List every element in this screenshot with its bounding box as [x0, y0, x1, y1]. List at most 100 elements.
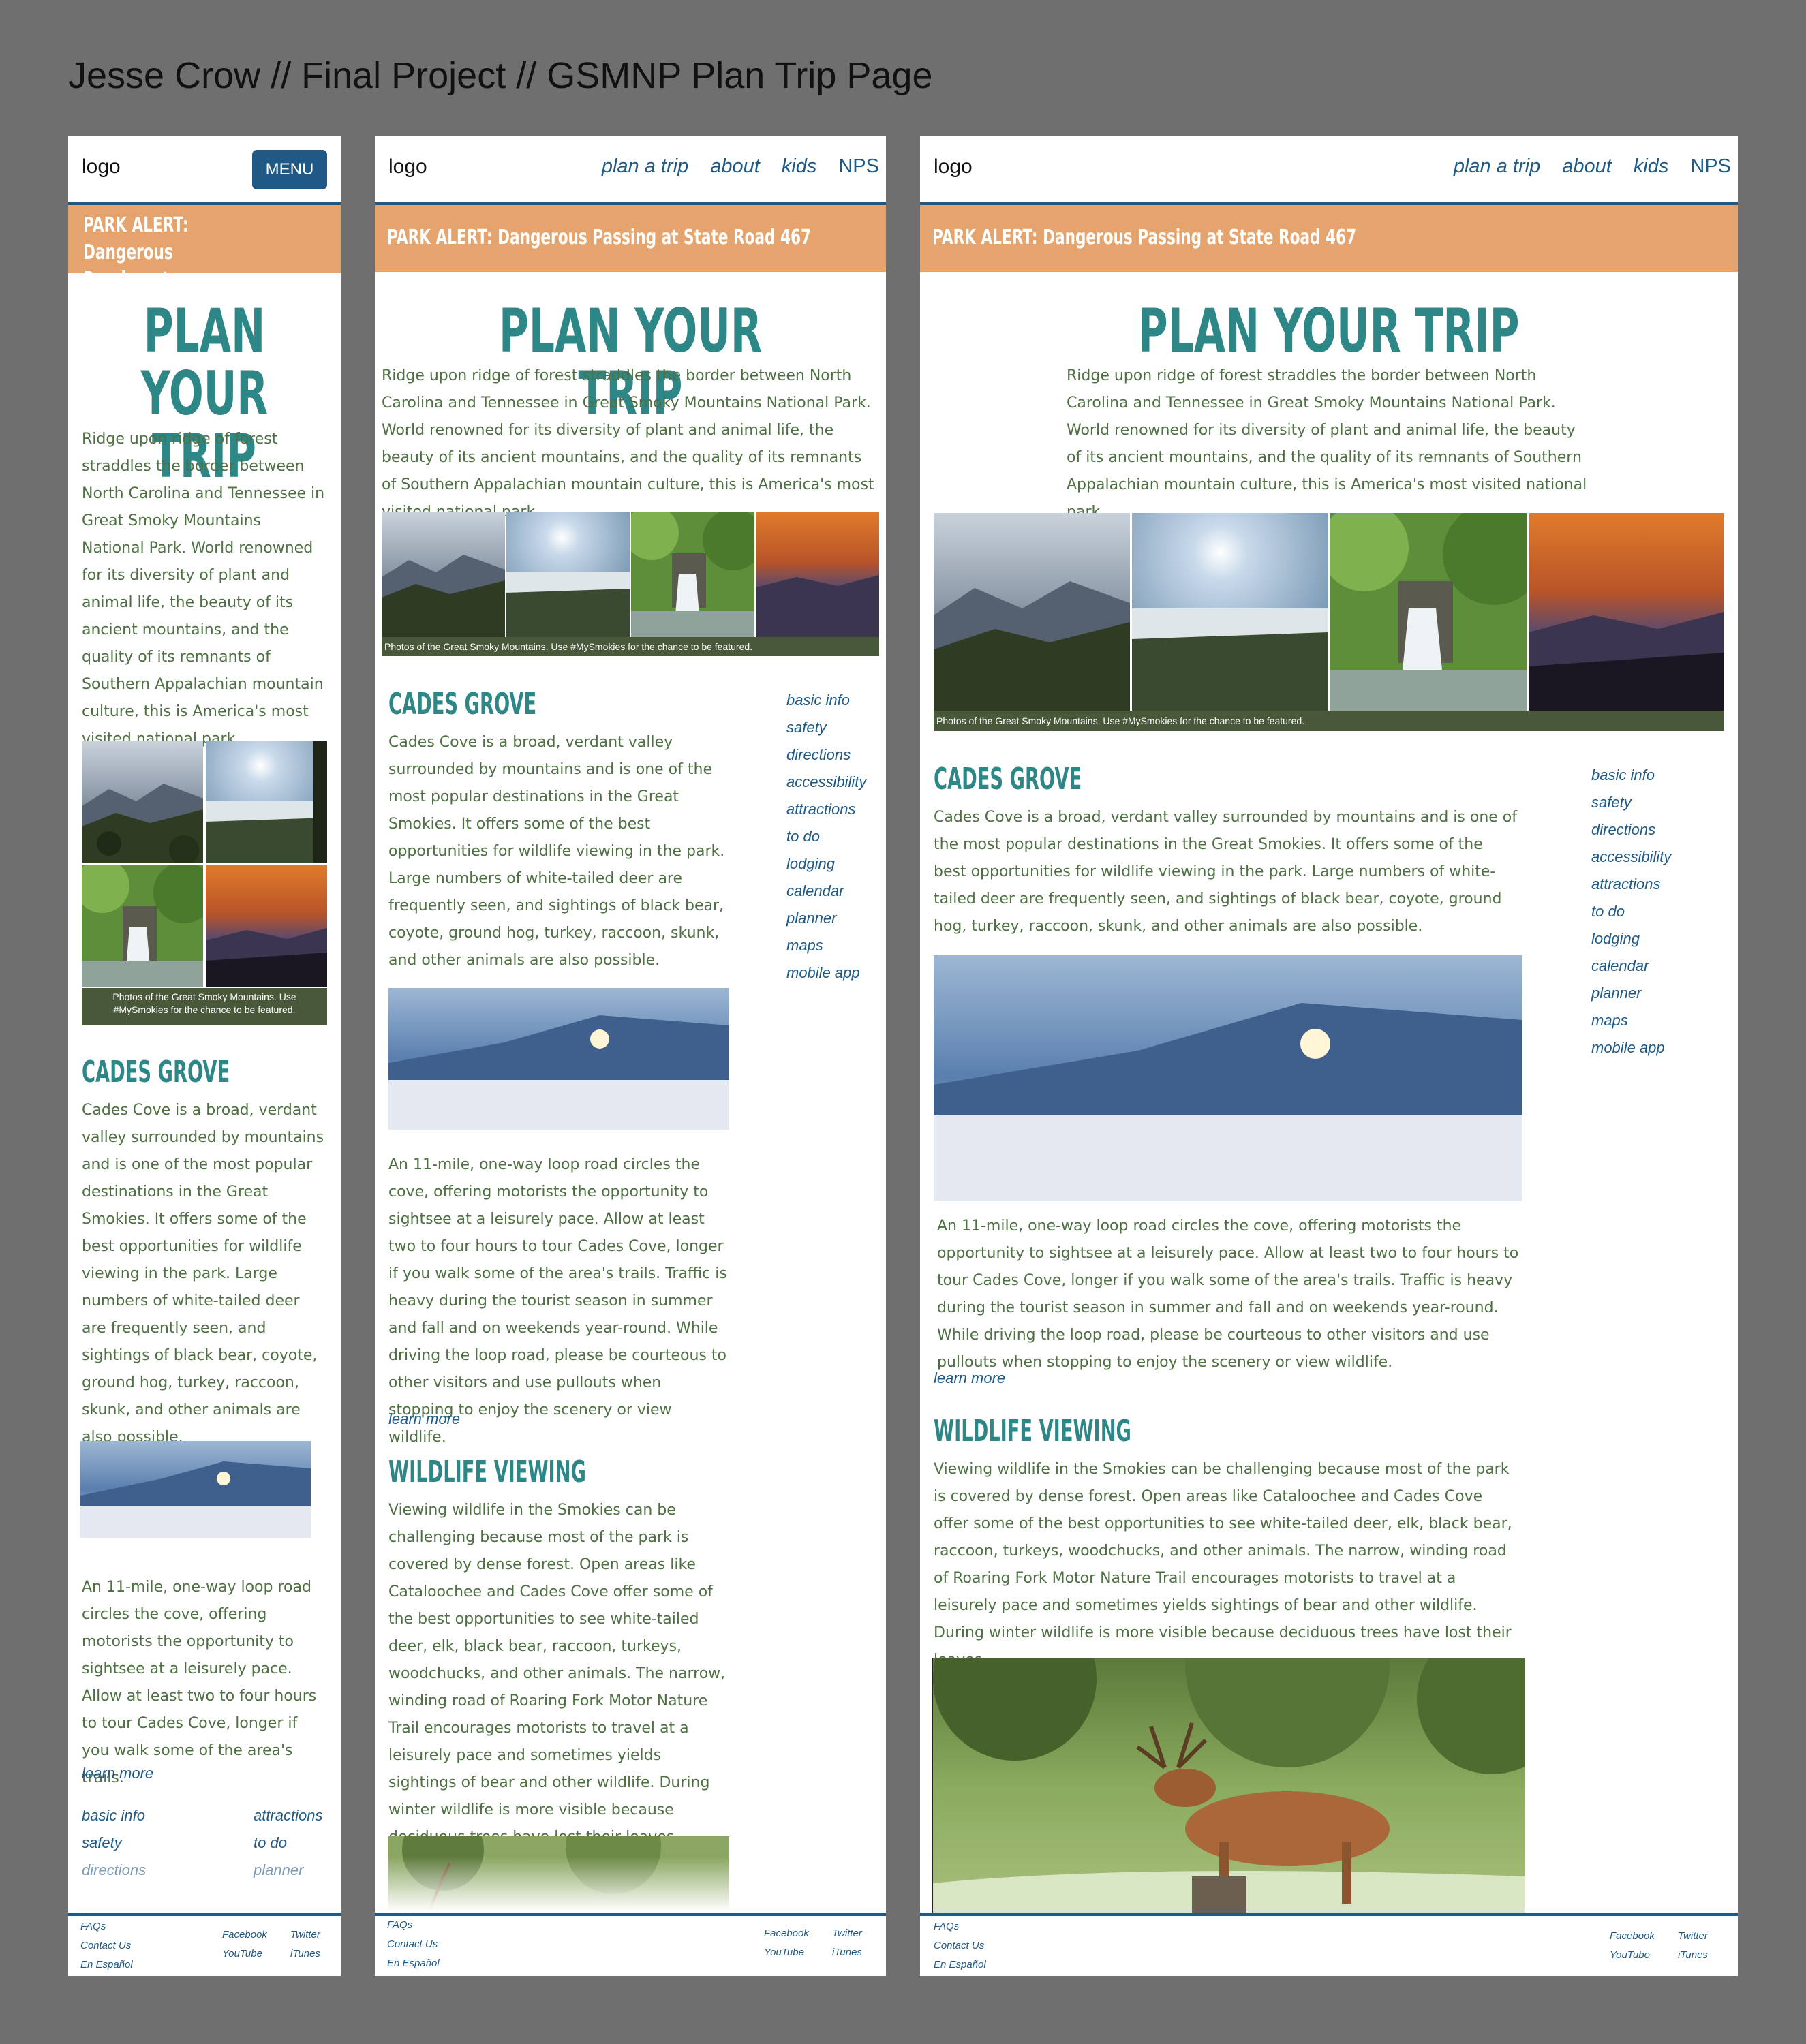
side-nav-calendar[interactable]: calendar — [786, 878, 866, 905]
footer-twitter[interactable]: Twitter — [1678, 1927, 1708, 1946]
side-nav-safety[interactable]: safety — [1591, 789, 1671, 816]
link-safety[interactable]: safety — [82, 1829, 146, 1857]
tablet-frame: logo plan a trip about kids NPS PARK ALERT:… — [375, 136, 886, 1976]
side-nav-lodging[interactable]: lodging — [1591, 925, 1671, 953]
side-nav: basic info safety directions accessibili… — [786, 687, 866, 987]
desktop-frame: logo plan a trip about kids NPS PARK ALERT:… — [920, 136, 1738, 1976]
link-directions[interactable]: directions — [82, 1857, 146, 1884]
loop-text: An 11-mile, one-way loop road circles th… — [388, 1156, 727, 1446]
side-nav-maps[interactable]: maps — [1591, 1007, 1671, 1034]
side-nav-basic-info[interactable]: basic info — [1591, 762, 1671, 789]
cades-text: Cades Cove is a broad, verdant valley su… — [934, 809, 1518, 935]
logo[interactable]: logo — [934, 155, 973, 179]
learn-more-link[interactable]: learn more — [388, 1410, 460, 1428]
side-nav-to-do[interactable]: to do — [1591, 898, 1671, 925]
photo-caption: Photos of the Great Smoky Mountains. Use… — [382, 637, 879, 656]
footer-espanol[interactable]: En Español — [934, 1955, 986, 1975]
footer-youtube[interactable]: YouTube — [1610, 1946, 1655, 1965]
footer-facebook[interactable]: Facebook — [222, 1925, 267, 1945]
learn-more-link[interactable]: learn more — [82, 1765, 153, 1782]
wildlife-text: Viewing wildlife in the Smokies can be c… — [934, 1461, 1512, 1669]
logo[interactable]: logo — [82, 155, 121, 179]
nav-plan-a-trip[interactable]: plan a trip — [602, 155, 688, 178]
footer-twitter[interactable]: Twitter — [290, 1925, 320, 1945]
footer-espanol[interactable]: En Español — [387, 1954, 440, 1973]
link-to-do[interactable]: to do — [254, 1829, 323, 1857]
nav-kids[interactable]: kids — [1634, 155, 1669, 178]
side-nav-accessibility[interactable]: accessibility — [1591, 843, 1671, 871]
wildlife-text: Viewing wildlife in the Smokies can be c… — [388, 1502, 726, 1846]
side-nav-maps[interactable]: maps — [786, 932, 866, 959]
footer-faqs[interactable]: FAQs — [934, 1917, 986, 1936]
nav-kids[interactable]: kids — [782, 155, 817, 178]
photo-mountain-clouds — [82, 741, 203, 863]
photo-sunrise-valley — [1132, 513, 1328, 711]
footer-itunes[interactable]: iTunes — [832, 1943, 862, 1962]
photo-waterfall — [82, 865, 203, 987]
side-nav-attractions[interactable]: attractions — [1591, 871, 1671, 898]
side-nav-mobile-app[interactable]: mobile app — [786, 959, 866, 987]
mobile-links-left: basic info safety directions — [82, 1802, 146, 1884]
nav-plan-a-trip[interactable]: plan a trip — [1454, 155, 1540, 178]
footer-itunes[interactable]: iTunes — [290, 1945, 320, 1964]
park-alert[interactable]: PARK ALERT: Dangerous Passing at State R… — [920, 205, 1738, 272]
footer-youtube[interactable]: YouTube — [222, 1945, 267, 1964]
side-nav-basic-info[interactable]: basic info — [786, 687, 866, 714]
link-attractions[interactable]: attractions — [254, 1802, 323, 1829]
logo[interactable]: logo — [388, 155, 427, 179]
side-nav-to-do[interactable]: to do — [786, 823, 866, 850]
heading: PLAN YOUR TRIP — [920, 300, 1738, 362]
side-nav-accessibility[interactable]: accessibility — [786, 769, 866, 796]
footer-facebook[interactable]: Facebook — [1610, 1927, 1655, 1946]
deer-photo — [388, 1836, 729, 1911]
footer-facebook[interactable]: Facebook — [764, 1924, 809, 1943]
side-nav-mobile-app[interactable]: mobile app — [1591, 1034, 1671, 1062]
nav-nps[interactable]: NPS — [1690, 155, 1731, 178]
mobile-frame: logo MENU PARK ALERT: Dangerous Passing … — [68, 136, 341, 1976]
footer: FAQs Contact Us En Español Facebook YouT… — [920, 1913, 1738, 1976]
footer-faqs[interactable]: FAQs — [387, 1916, 440, 1935]
loop-text: An 11-mile, one-way loop road circles th… — [82, 1579, 317, 1786]
learn-more-link[interactable]: learn more — [934, 1369, 1005, 1387]
nav-nps[interactable]: NPS — [838, 155, 879, 178]
side-nav-planner[interactable]: planner — [1591, 980, 1671, 1007]
intro-text: Ridge upon ridge of forest straddles the… — [382, 367, 874, 521]
photo-sunset-mountains — [756, 512, 879, 637]
footer-links: FAQs Contact Us En Español — [80, 1917, 133, 1975]
photo-mountain-clouds — [382, 512, 505, 637]
footer-contact[interactable]: Contact Us — [934, 1936, 986, 1955]
footer: FAQs Contact Us En Español Facebook YouT… — [375, 1913, 886, 1976]
nav-about[interactable]: about — [1562, 155, 1612, 178]
side-nav-planner[interactable]: planner — [786, 905, 866, 932]
cades-heading: CADES GROVE — [82, 1055, 230, 1089]
photo-mountain-clouds — [934, 513, 1130, 711]
footer-youtube[interactable]: YouTube — [764, 1943, 809, 1962]
side-nav-attractions[interactable]: attractions — [786, 796, 866, 823]
footer-links: FAQs Contact Us En Español — [387, 1916, 440, 1973]
footer-contact[interactable]: Contact Us — [80, 1936, 133, 1955]
footer-espanol[interactable]: En Español — [80, 1955, 133, 1975]
footer-faqs[interactable]: FAQs — [80, 1917, 133, 1936]
deer-photo — [932, 1658, 1525, 1917]
intro-text: Ridge upon ridge of forest straddles the… — [82, 431, 325, 747]
side-nav-safety[interactable]: safety — [786, 714, 866, 741]
link-planner[interactable]: planner — [254, 1857, 323, 1884]
side-nav-directions[interactable]: directions — [786, 741, 866, 769]
footer: FAQs Contact Us En Español Facebook YouT… — [68, 1913, 341, 1976]
footer-contact[interactable]: Contact Us — [387, 1935, 440, 1954]
page-title: Jesse Crow // Final Project // GSMNP Pla… — [68, 55, 933, 96]
side-nav-directions[interactable]: directions — [1591, 816, 1671, 843]
link-basic-info[interactable]: basic info — [82, 1802, 146, 1829]
footer-twitter[interactable]: Twitter — [832, 1924, 862, 1943]
heading-text: PLAN YOUR TRIP — [1138, 296, 1520, 366]
nav-about[interactable]: about — [710, 155, 760, 178]
footer-itunes[interactable]: iTunes — [1678, 1946, 1708, 1965]
menu-button[interactable]: MENU — [252, 150, 327, 189]
park-alert[interactable]: PARK ALERT: Dangerous Passing at State R… — [375, 205, 886, 272]
park-alert[interactable]: PARK ALERT: Dangerous Passing at State R… — [68, 205, 341, 346]
photo-sunset-mountains — [1529, 513, 1724, 711]
side-nav-lodging[interactable]: lodging — [786, 850, 866, 878]
photo-grid: Photos of the Great Smoky Mountains. Use… — [82, 741, 327, 1027]
photo-caption: Photos of the Great Smoky Mountains. Use… — [934, 711, 1724, 731]
side-nav-calendar[interactable]: calendar — [1591, 953, 1671, 980]
